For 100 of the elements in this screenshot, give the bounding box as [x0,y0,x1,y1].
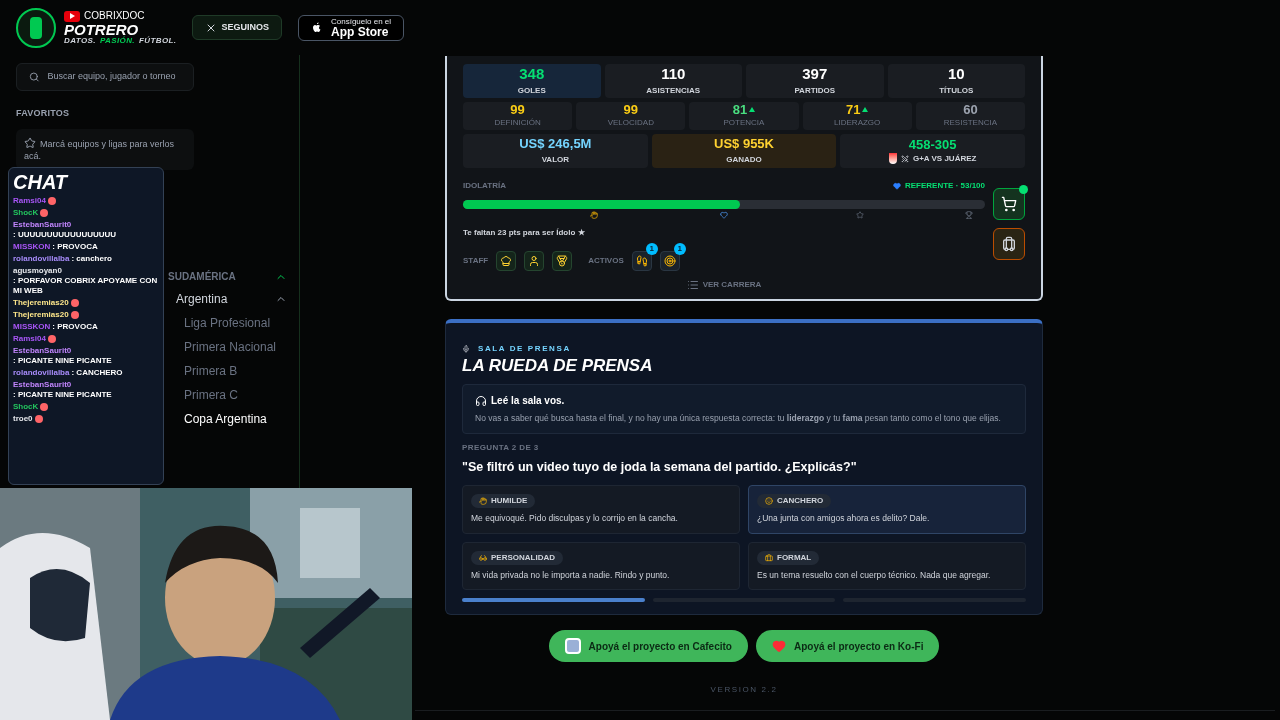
staff-button[interactable] [496,251,517,271]
question-step: PREGUNTA 2 DE 3 [462,442,1026,454]
crest-icon [888,153,897,164]
asset-button[interactable] [631,251,652,271]
microphone-icon [462,345,470,353]
stat-value: 397 [802,65,828,81]
chat-title: CHAT [13,172,70,192]
chat-message: : PICANTE NINE PICANTE [13,356,112,366]
career-link[interactable]: VER CARRERA [686,279,762,291]
answer-text: Es un tema resuelto con el cuerpo técnico. Nada que agregar. [757,568,991,582]
attribute-label: RESISTENCIA [943,117,998,129]
cart-icon [1001,196,1017,212]
app-store-button[interactable]: Consíguelo en el App Store [298,14,405,41]
chat-username: Ramsi04 [13,196,46,206]
tone-tag: FORMAL [757,550,820,565]
star-icon [855,211,864,219]
search-field[interactable]: Buscar equipo, jugador o torneo [47,70,181,84]
stat-label: TÍTULOS [939,84,974,97]
target-icon [663,255,676,267]
attribute-value: 81 [732,103,748,116]
answer-option[interactable]: CANCHERO ¿Una junta con amigos ahora es delito? Dale. [748,484,1026,534]
clap-icon [589,211,598,219]
press-title: LA RUEDA DE PRENSA [462,355,654,377]
attribute-value: 60 [963,103,978,116]
attribute-label: DEFINICIÓN [494,117,541,129]
emote-icon [47,335,56,343]
search-icon [29,71,40,83]
chat-message: : canchero [71,254,112,264]
medal-icon [556,255,569,267]
staff-label: STAFF [463,255,489,267]
tree-item[interactable]: Primera B [184,362,238,381]
tree-item[interactable]: Argentina [176,290,228,309]
tree-item[interactable]: Primera C [184,386,238,405]
support-button[interactable]: Apoyá el proyecto en Ko-Fi [755,630,940,663]
chat-username: troe0 [13,414,33,424]
swords-icon [900,154,909,163]
tree-item[interactable]: Liga Profesional [184,314,271,333]
answer-option[interactable]: PERSONALIDAD Mi vida privada no le importa a nadie. Rindo y punto. [462,541,740,591]
chat-username: ShocK [13,402,39,412]
chat-username: EstebanSaurit0 [13,380,72,390]
follow-button[interactable]: SEGUINOS [192,15,282,40]
press-eyebrow: SALA DE PRENSA [478,343,571,355]
tree-item[interactable]: SUDAMÉRICA [168,269,236,285]
luggage-button[interactable] [993,228,1025,260]
assets-label: ACTIVOS [588,255,624,267]
stat-label: GOLES [517,84,546,97]
list-icon [686,279,699,291]
stat-value: 348 [519,65,545,81]
staff-button[interactable] [552,251,573,271]
tagline-word: DATOS. [64,36,96,45]
chat-username: rolandovillalba [13,368,70,378]
stat-value: 10 [947,65,965,81]
count-badge: 1 [673,243,686,255]
heart-icon [720,211,728,219]
answer-text: ¿Una junta con amigos ahora es delito? Dale. [757,511,930,525]
hands-icon [479,496,487,505]
chat-username: EstebanSaurit0 [13,220,72,230]
attribute-value: 99 [510,103,525,116]
search-box[interactable]: Buscar equipo, jugador o torneo [16,63,194,91]
star-icon [24,136,36,149]
brand-name: POTRERO [64,21,139,37]
answer-text: Mi vida privada no le importa a nadie. Rindo y punto. [471,568,670,582]
idolatry-hint: Te faltan 23 pts para ser Ídolo ★ [463,227,586,239]
money-label: GANADO [726,153,762,166]
section-title: FAVORITOS [16,107,71,120]
chat-message: : UUUUUUUUUUUUUUUUU [13,230,117,240]
tree-item[interactable]: Primera Nacional [184,338,277,357]
tone-tag: CANCHERO [757,493,832,508]
answer-option[interactable]: HUMILDE Me equivoqué. Pido disculpas y lo corrijo en la cancha. [462,484,740,534]
tip-text: No vas a saber qué busca hasta el final, y no hay una única respuesta correcta: tu liderazgo y tu fama pesan tanto como el tono que elijas. [475,412,1002,425]
tagline-word: FÚTBOL. [139,36,177,45]
support-button[interactable]: Apoyá el proyecto en Cafecito [548,630,748,663]
favorites-hint: Marcá equipos y ligas para verlos acá. [16,128,194,171]
rival-label: G+A VS JUÁREZ [912,152,977,165]
tone-tag: PERSONALIDAD [471,550,563,565]
headphones-icon [475,394,487,407]
idolatry-status: REFERENTE · 53/100 [904,180,985,192]
asset-button[interactable] [659,251,680,271]
briefcase-icon [765,553,773,562]
question-text: "Se filtró un video tuyo de joda la semana del partido. ¿Explicás?" [462,459,858,476]
tree-item[interactable]: Copa Argentina [184,410,267,429]
chat-message: : PROVOCA [52,242,98,252]
attribute-label: VELOCIDAD [607,117,654,129]
shop-button[interactable] [993,188,1025,220]
tip-title: Leé la sala vos. [491,394,565,409]
play-icon [64,10,80,22]
chef-icon [500,255,513,267]
channel-name: COBRIXDOC [84,11,145,21]
staff-button[interactable] [524,251,545,271]
chat-message: : PROVOCA [52,322,98,332]
chat-username: ShocK [13,208,39,218]
attribute-value: 71 [845,103,861,116]
attribute-label: LIDERAZGO [834,117,881,129]
up-arrow-icon [749,107,756,112]
rival-score: 458-305 [908,137,957,151]
heart-icon [892,182,901,190]
money-value: US$ 955K [714,136,774,150]
answer-option[interactable]: FORMAL Es un tema resuelto con el cuerpo técnico. Nada que agregar. [748,541,1026,591]
person-icon [528,255,541,267]
chat-username: Ramsi04 [13,334,46,344]
